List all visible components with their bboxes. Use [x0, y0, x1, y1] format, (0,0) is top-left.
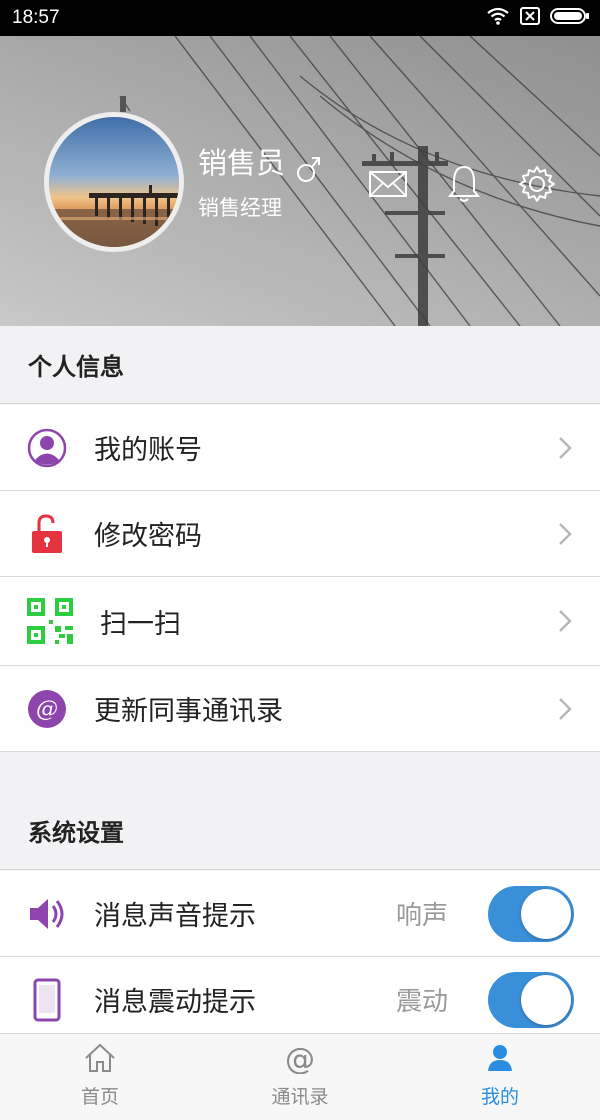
gear-icon	[517, 164, 557, 208]
tab-me[interactable]: 我的	[400, 1034, 600, 1120]
row-my-account[interactable]: 我的账号	[0, 405, 600, 491]
chevron-right-icon	[558, 522, 572, 546]
row-value: 响声	[395, 901, 448, 931]
row-update-contacts[interactable]: @ 更新同事通讯录	[0, 666, 600, 752]
profile-role: 销售经理	[198, 196, 282, 220]
tab-label: 我的	[480, 1086, 519, 1108]
row-label: 消息震动提示	[94, 987, 256, 1018]
avatar[interactable]	[44, 112, 184, 252]
row-scan[interactable]: 扫一扫	[0, 577, 600, 666]
profile-header: 销售员 销售经理	[0, 36, 600, 326]
row-vibrate-alert: 消息震动提示 震动	[0, 957, 600, 1043]
section-title-system: 系统设置	[0, 792, 600, 870]
chevron-right-icon	[558, 697, 572, 721]
status-bar: 18:57	[0, 0, 600, 36]
bottom-nav: 首页 @ 通讯录 我的	[0, 1033, 600, 1120]
notification-button[interactable]	[442, 164, 486, 208]
wifi-icon	[486, 7, 510, 29]
tab-contacts[interactable]: @ 通讯录	[200, 1034, 400, 1120]
mail-button[interactable]	[366, 164, 410, 208]
row-label: 扫一扫	[100, 608, 181, 640]
row-change-password[interactable]: 修改密码	[0, 491, 600, 577]
svg-text:@: @	[285, 1042, 315, 1074]
settings-button[interactable]	[515, 164, 559, 208]
vibrate-toggle[interactable]	[488, 972, 574, 1028]
row-label: 消息声音提示	[94, 901, 256, 932]
status-time: 18:57	[12, 7, 60, 28]
sound-toggle[interactable]	[488, 886, 574, 942]
qr-code-icon	[26, 597, 74, 645]
user-icon	[26, 427, 68, 469]
screen: 18:57 销售员 销售经理 个人信息 我的账号 修改密码 扫一扫 @ 更新同事…	[0, 0, 600, 1120]
home-icon	[83, 1042, 117, 1078]
tab-home[interactable]: 首页	[0, 1034, 200, 1120]
row-sound-alert: 消息声音提示 响声	[0, 871, 600, 957]
tab-label: 通讯录	[271, 1086, 329, 1108]
chevron-right-icon	[558, 436, 572, 460]
male-symbol-icon	[296, 154, 322, 188]
at-icon: @	[26, 688, 68, 730]
tab-label: 首页	[80, 1086, 119, 1108]
status-icons	[486, 7, 590, 29]
mail-icon	[368, 169, 408, 203]
row-label: 修改密码	[94, 521, 202, 552]
battery-icon	[550, 7, 590, 29]
row-value: 震动	[395, 987, 448, 1017]
svg-text:@: @	[36, 697, 58, 722]
chevron-right-icon	[558, 609, 572, 633]
no-sim-icon	[520, 7, 540, 29]
bell-icon	[447, 164, 481, 208]
toggle-knob	[521, 889, 571, 939]
speaker-icon	[26, 893, 68, 935]
section-title-personal: 个人信息	[0, 326, 600, 404]
phone-icon	[26, 978, 68, 1022]
row-label: 更新同事通讯录	[94, 696, 283, 727]
at-icon: @	[283, 1042, 317, 1078]
row-label: 我的账号	[94, 435, 202, 466]
toggle-knob	[521, 975, 571, 1025]
unlock-icon	[26, 513, 68, 555]
profile-name: 销售员	[198, 146, 286, 180]
person-icon	[483, 1042, 517, 1078]
